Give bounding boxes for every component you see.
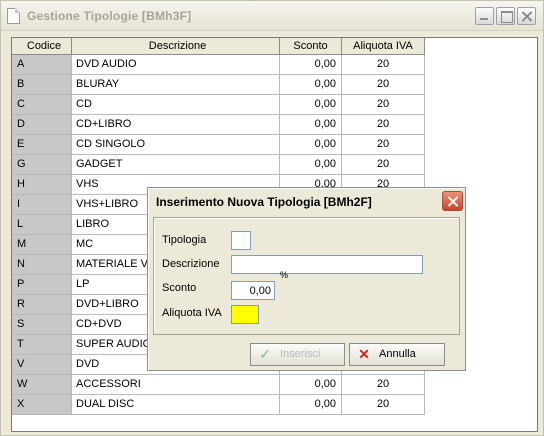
- cell-descrizione[interactable]: CD+LIBRO: [72, 115, 280, 135]
- cell-codice[interactable]: A: [12, 55, 72, 75]
- dialog-title: Inserimento Nuova Tipologia [BMh2F]: [156, 195, 372, 209]
- cell-aliquota-iva[interactable]: 20: [342, 115, 425, 135]
- cell-codice[interactable]: C: [12, 95, 72, 115]
- percent-sign: %: [280, 270, 289, 280]
- descrizione-label: Descrizione: [162, 258, 220, 270]
- cell-sconto[interactable]: 0,00: [280, 95, 342, 115]
- close-button[interactable]: [517, 7, 536, 25]
- sconto-label: Sconto: [162, 282, 197, 294]
- table-row[interactable]: D CD+LIBRO 0,00 20: [12, 115, 425, 135]
- cell-codice[interactable]: S: [12, 315, 72, 335]
- cell-codice[interactable]: T: [12, 335, 72, 355]
- cell-aliquota-iva[interactable]: 20: [342, 135, 425, 155]
- table-row[interactable]: W ACCESSORI 0,00 20: [12, 375, 425, 395]
- cell-sconto[interactable]: 0,00: [280, 135, 342, 155]
- cell-codice[interactable]: P: [12, 275, 72, 295]
- cell-descrizione[interactable]: DUAL DISC: [72, 395, 280, 415]
- cell-codice[interactable]: N: [12, 255, 72, 275]
- column-header-aliquota-iva[interactable]: Aliquota IVA: [342, 38, 425, 55]
- cell-codice[interactable]: B: [12, 75, 72, 95]
- aliquota-iva-label: Aliquota IVA: [162, 307, 222, 319]
- cell-codice[interactable]: I: [12, 195, 72, 215]
- column-header-codice[interactable]: Codice: [12, 38, 72, 55]
- cell-codice[interactable]: W: [12, 375, 72, 395]
- table-row[interactable]: C CD 0,00 20: [12, 95, 425, 115]
- cell-descrizione[interactable]: ACCESSORI: [72, 375, 280, 395]
- table-row[interactable]: B BLURAY 0,00 20: [12, 75, 425, 95]
- cell-sconto[interactable]: 0,00: [280, 395, 342, 415]
- cell-sconto[interactable]: 0,00: [280, 375, 342, 395]
- cell-aliquota-iva[interactable]: 20: [342, 375, 425, 395]
- document-icon: [7, 8, 20, 24]
- cell-aliquota-iva[interactable]: 20: [342, 75, 425, 95]
- cell-descrizione[interactable]: BLURAY: [72, 75, 280, 95]
- cell-aliquota-iva[interactable]: 20: [342, 95, 425, 115]
- cell-descrizione[interactable]: DVD AUDIO: [72, 55, 280, 75]
- cell-codice[interactable]: V: [12, 355, 72, 375]
- descrizione-input[interactable]: [231, 255, 423, 274]
- table-row[interactable]: A DVD AUDIO 0,00 20: [12, 55, 425, 75]
- cell-codice[interactable]: E: [12, 135, 72, 155]
- cell-aliquota-iva[interactable]: 20: [342, 55, 425, 75]
- aliquota-iva-input[interactable]: [231, 305, 259, 324]
- title-bar[interactable]: Gestione Tipologie [BMh3F]: [1, 1, 543, 31]
- cell-codice[interactable]: X: [12, 395, 72, 415]
- cell-codice[interactable]: R: [12, 295, 72, 315]
- cell-codice[interactable]: M: [12, 235, 72, 255]
- table-row[interactable]: E CD SINGOLO 0,00 20: [12, 135, 425, 155]
- cell-sconto[interactable]: 0,00: [280, 155, 342, 175]
- column-header-sconto[interactable]: Sconto: [280, 38, 342, 55]
- cell-descrizione[interactable]: GADGET: [72, 155, 280, 175]
- column-header-descrizione[interactable]: Descrizione: [72, 38, 280, 55]
- cell-sconto[interactable]: 0,00: [280, 75, 342, 95]
- cell-sconto[interactable]: 0,00: [280, 115, 342, 135]
- cell-codice[interactable]: L: [12, 215, 72, 235]
- cell-codice[interactable]: D: [12, 115, 72, 135]
- cell-aliquota-iva[interactable]: 20: [342, 155, 425, 175]
- window-title: Gestione Tipologie [BMh3F]: [27, 9, 192, 23]
- tipologia-label: Tipologia: [162, 234, 207, 246]
- sconto-input[interactable]: [231, 281, 275, 300]
- cell-descrizione[interactable]: CD SINGOLO: [72, 135, 280, 155]
- table-row[interactable]: G GADGET 0,00 20: [12, 155, 425, 175]
- inserisci-button[interactable]: ✓ Inserisci: [250, 343, 345, 366]
- cross-icon: ✕: [358, 346, 370, 362]
- cell-aliquota-iva[interactable]: 20: [342, 395, 425, 415]
- cell-sconto[interactable]: 0,00: [280, 55, 342, 75]
- dialog-close-button[interactable]: [442, 191, 463, 211]
- annulla-button[interactable]: ✕ Annulla: [349, 343, 445, 366]
- table-row[interactable]: X DUAL DISC 0,00 20: [12, 395, 425, 415]
- check-icon: ✓: [259, 346, 271, 362]
- cell-codice[interactable]: G: [12, 155, 72, 175]
- maximize-button[interactable]: [496, 7, 515, 25]
- tipologia-input[interactable]: [231, 231, 251, 250]
- dialog-form-panel: Tipologia Descrizione Sconto % Aliquota …: [153, 217, 460, 335]
- cell-codice[interactable]: H: [12, 175, 72, 195]
- new-tipologia-dialog: Inserimento Nuova Tipologia [BMh2F] Tipo…: [147, 187, 466, 371]
- cell-descrizione[interactable]: CD: [72, 95, 280, 115]
- minimize-button[interactable]: [475, 7, 494, 25]
